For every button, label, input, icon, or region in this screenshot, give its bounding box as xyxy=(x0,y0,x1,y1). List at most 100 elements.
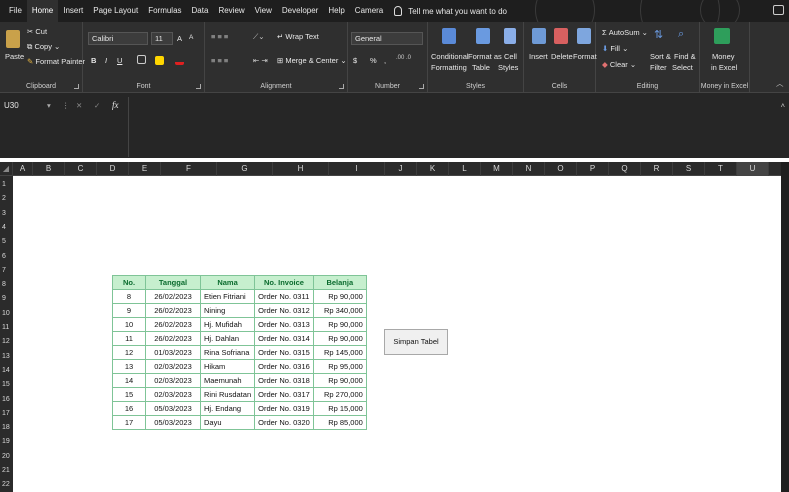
column-header-l[interactable]: L xyxy=(449,162,481,176)
cell-belanja[interactable]: Rp 95,000 xyxy=(312,359,367,374)
cell-tanggal[interactable]: 02/03/2023 xyxy=(145,373,201,388)
enter-icon[interactable]: ✓ xyxy=(94,101,100,110)
cell-invoice[interactable]: Order No. 0319 xyxy=(254,401,314,416)
column-header-i[interactable]: I xyxy=(329,162,385,176)
cell-styles-button[interactable]: Cell xyxy=(504,52,517,61)
alignment-launcher-icon[interactable] xyxy=(339,84,344,89)
row-header-7[interactable]: 7 xyxy=(0,265,13,277)
paste-button[interactable]: Paste xyxy=(5,52,24,61)
cell-nama[interactable]: Rini Rusdatan xyxy=(199,387,256,402)
delete-button[interactable]: Delete xyxy=(551,52,573,61)
tab-help[interactable]: Help xyxy=(323,0,349,22)
header-nama[interactable]: Nama xyxy=(199,275,256,290)
row-header-9[interactable]: 9 xyxy=(0,293,13,305)
cell-belanja[interactable]: Rp 340,000 xyxy=(312,303,367,318)
tab-home[interactable]: Home xyxy=(26,0,59,22)
currency-button[interactable]: $ xyxy=(353,56,357,65)
comma-button[interactable]: , xyxy=(384,56,386,65)
cell-belanja[interactable]: Rp 90,000 xyxy=(312,373,367,388)
orientation-icon[interactable]: ⟋⌄ xyxy=(253,32,265,42)
wrap-text-button[interactable]: ↵ Wrap Text xyxy=(277,32,319,41)
column-header-q[interactable]: Q xyxy=(609,162,641,176)
cut-button[interactable]: ✂ Cut xyxy=(27,27,47,36)
cell-invoice[interactable]: Order No. 0313 xyxy=(254,317,314,332)
font-launcher-icon[interactable] xyxy=(196,84,201,89)
decimal-icon[interactable]: .00 .0 xyxy=(396,55,411,61)
cell-no[interactable]: 9 xyxy=(112,303,146,318)
font-color-icon[interactable] xyxy=(175,56,184,65)
cell-belanja[interactable]: Rp 270,000 xyxy=(312,387,367,402)
grow-font-button[interactable]: A xyxy=(177,34,182,43)
header-no-invoice[interactable]: No. Invoice xyxy=(254,275,314,290)
format-painter-button[interactable]: ✎ Format Painter xyxy=(27,57,85,66)
cell-nama[interactable]: Maemunah xyxy=(199,373,256,388)
select-all-corner[interactable]: ◢ xyxy=(0,162,13,176)
row-header-17[interactable]: 17 xyxy=(0,408,13,420)
row-header-11[interactable]: 11 xyxy=(0,322,13,334)
row-header-12[interactable]: 12 xyxy=(0,336,13,348)
cell-no[interactable]: 14 xyxy=(112,373,146,388)
cell-nama[interactable]: Hj. Endang xyxy=(199,401,256,416)
column-header-o[interactable]: O xyxy=(545,162,577,176)
column-header-n[interactable]: N xyxy=(513,162,545,176)
cell-tanggal[interactable]: 26/02/2023 xyxy=(145,303,201,318)
tab-data[interactable]: Data xyxy=(187,0,214,22)
find-select-button[interactable]: Find & xyxy=(674,52,696,61)
percent-button[interactable]: % xyxy=(370,56,377,65)
cell-belanja[interactable]: Rp 85,000 xyxy=(312,415,367,430)
row-header-14[interactable]: 14 xyxy=(0,365,13,377)
shrink-font-button[interactable]: A xyxy=(189,34,193,41)
vertical-scrollbar[interactable] xyxy=(781,162,789,492)
row-header-4[interactable]: 4 xyxy=(0,222,13,234)
cell-nama[interactable]: Dayu xyxy=(199,415,256,430)
format-as-table-button[interactable]: Format as xyxy=(468,52,502,61)
comment-icon[interactable] xyxy=(773,5,784,15)
cell-invoice[interactable]: Order No. 0316 xyxy=(254,359,314,374)
cell-nama[interactable]: Hikam xyxy=(199,359,256,374)
row-header-2[interactable]: 2 xyxy=(0,193,13,205)
insert-button[interactable]: Insert xyxy=(529,52,548,61)
cell-no[interactable]: 12 xyxy=(112,345,146,360)
copy-button[interactable]: ⧉ Copy ⌄ xyxy=(27,42,60,52)
cell-no[interactable]: 10 xyxy=(112,317,146,332)
clipboard-launcher-icon[interactable] xyxy=(74,84,79,89)
column-header-h[interactable]: H xyxy=(273,162,329,176)
cell-invoice[interactable]: Order No. 0320 xyxy=(254,415,314,430)
row-header-6[interactable]: 6 xyxy=(0,251,13,263)
column-header-p[interactable]: P xyxy=(577,162,609,176)
column-header-g[interactable]: G xyxy=(217,162,273,176)
align-left-icon[interactable]: ≡ ≡ ≡ xyxy=(211,56,228,65)
conditional-formatting-button[interactable]: Conditional xyxy=(431,52,469,61)
tell-me-search[interactable]: Tell me what you want to do xyxy=(394,6,507,16)
cell-belanja[interactable]: Rp 90,000 xyxy=(312,331,367,346)
column-header-m[interactable]: M xyxy=(481,162,513,176)
column-header-f[interactable]: F xyxy=(161,162,217,176)
row-header-1[interactable]: 1 xyxy=(0,179,13,191)
cell-belanja[interactable]: Rp 15,000 xyxy=(312,401,367,416)
tab-page-layout[interactable]: Page Layout xyxy=(88,0,143,22)
expand-formula-bar-icon[interactable]: ˄ xyxy=(781,101,785,110)
row-header-13[interactable]: 13 xyxy=(0,351,13,363)
indent-icon[interactable]: ⇤ ⇥ xyxy=(253,56,268,65)
cell-tanggal[interactable]: 01/03/2023 xyxy=(145,345,201,360)
font-name-dropdown[interactable]: Calibri xyxy=(88,32,148,45)
column-header-r[interactable]: R xyxy=(641,162,673,176)
cell-tanggal[interactable]: 05/03/2023 xyxy=(145,415,201,430)
cancel-icon[interactable]: ✕ xyxy=(76,101,82,110)
tab-review[interactable]: Review xyxy=(213,0,249,22)
row-header-15[interactable]: 15 xyxy=(0,379,13,391)
merge-center-button[interactable]: ⊞ Merge & Center ⌄ xyxy=(277,56,347,65)
fill-color-icon[interactable] xyxy=(155,56,164,65)
cell-no[interactable]: 16 xyxy=(112,401,146,416)
cell-nama[interactable]: Rina Sofriana xyxy=(199,345,256,360)
cell-no[interactable]: 11 xyxy=(112,331,146,346)
column-header-c[interactable]: C xyxy=(65,162,97,176)
cell-belanja[interactable]: Rp 90,000 xyxy=(312,317,367,332)
cell-belanja[interactable]: Rp 90,000 xyxy=(312,289,367,304)
sort-filter-button[interactable]: Sort & xyxy=(650,52,671,61)
row-header-5[interactable]: 5 xyxy=(0,236,13,248)
header-belanja[interactable]: Belanja xyxy=(312,275,367,290)
borders-icon[interactable] xyxy=(137,55,146,64)
column-header-k[interactable]: K xyxy=(417,162,449,176)
cell-tanggal[interactable]: 26/02/2023 xyxy=(145,317,201,332)
